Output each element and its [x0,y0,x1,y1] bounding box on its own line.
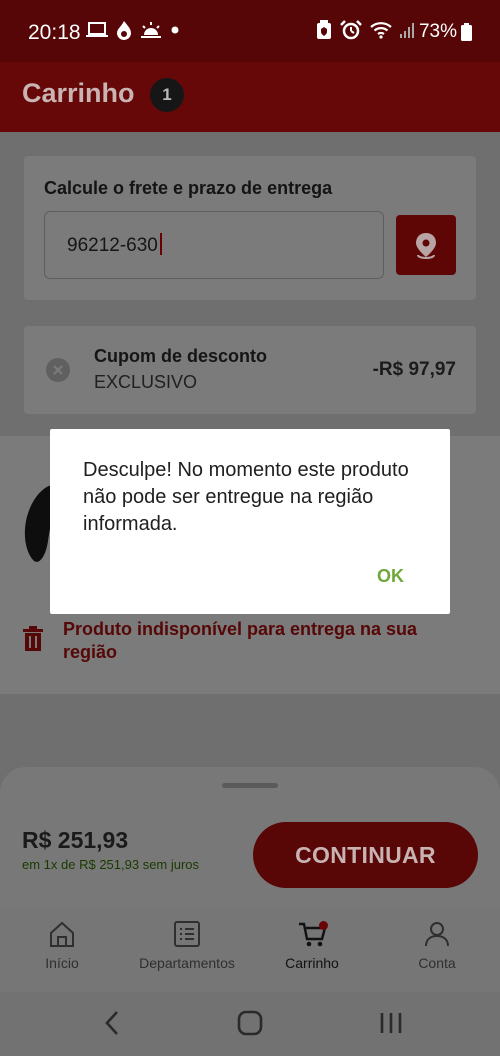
continue-label: CONTINUAR [295,842,436,868]
app-header: Carrinho [0,62,500,132]
system-nav-bar [0,992,500,1056]
home-button-icon[interactable] [236,1008,264,1038]
cep-text: 96212-630 [67,235,158,256]
freight-card: Calcule o frete e prazo de entrega 96212… [24,156,476,300]
battery-icon [461,23,472,41]
status-bar: 20:18 73% [0,0,500,62]
calculate-freight-button[interactable] [396,215,456,275]
battery-status: 73% [419,21,472,43]
battery-percent: 73% [418,21,457,42]
dot-icon [171,26,179,34]
status-left-icons [86,20,180,40]
nav-item-departamentos[interactable]: Departamentos [127,919,247,971]
nav-label-inicio: Início [45,955,79,971]
signal-icon [400,23,414,38]
remove-coupon-button[interactable] [46,358,70,382]
cart-count-badge: 1 [150,78,184,112]
text-caret [159,233,162,255]
alarm-icon [340,20,362,40]
coupon-code: EXCLUSIVO [94,372,198,392]
bottom-nav: Início Departamentos Carrinho Conta [0,907,500,992]
home-icon [50,921,74,947]
installments-text: em 1x de R$ 251,93 sem juros [22,857,200,872]
coupon-card: Cupom de desconto EXCLUSIVO -R$ 97,97 [24,326,476,414]
trash-icon[interactable] [22,626,44,652]
wifi-icon [370,22,392,39]
location-pin-icon [416,233,436,259]
continue-button[interactable]: CONTINUAR [253,822,478,888]
laptop-icon [86,22,108,37]
nav-item-conta[interactable]: Conta [377,919,497,971]
dialog-message: Desculpe! No momento este produto não po… [83,459,409,535]
total-price: R$ 251,93 [22,827,129,853]
back-icon[interactable] [100,1008,124,1038]
coupon-title: Cupom de desconto [94,346,268,366]
close-icon [53,365,63,375]
flame-icon [117,21,131,40]
recent-apps-icon[interactable] [377,1008,405,1038]
security-icon [317,20,331,39]
cep-value: 96212-630 [67,233,162,257]
unavailable-message: Produto indisponível para entrega na sua… [63,619,418,662]
coupon-discount-amount: -R$ 97,97 [372,359,456,380]
nav-label-departamentos: Departamentos [139,955,235,971]
status-right-icons [316,20,416,40]
page-title: Carrinho [22,78,135,108]
sunrise-icon [141,22,161,38]
user-icon [425,922,449,947]
cart-notification-dot [319,921,328,930]
nav-item-inicio[interactable]: Início [2,919,122,971]
order-summary-sheet: R$ 251,93 em 1x de R$ 251,93 sem juros C… [0,767,500,907]
dialog-ok-button[interactable]: OK [377,566,404,587]
status-time: 20:18 [28,21,81,44]
nav-label-carrinho: Carrinho [285,955,339,971]
sheet-drag-handle[interactable] [222,783,278,788]
cep-input[interactable]: 96212-630 [44,211,384,279]
alert-dialog: Desculpe! No momento este produto não po… [50,429,450,614]
freight-title: Calcule o frete e prazo de entrega [44,178,333,198]
nav-item-carrinho[interactable]: Carrinho [252,919,372,971]
list-icon [174,921,200,947]
nav-label-conta: Conta [418,955,456,971]
